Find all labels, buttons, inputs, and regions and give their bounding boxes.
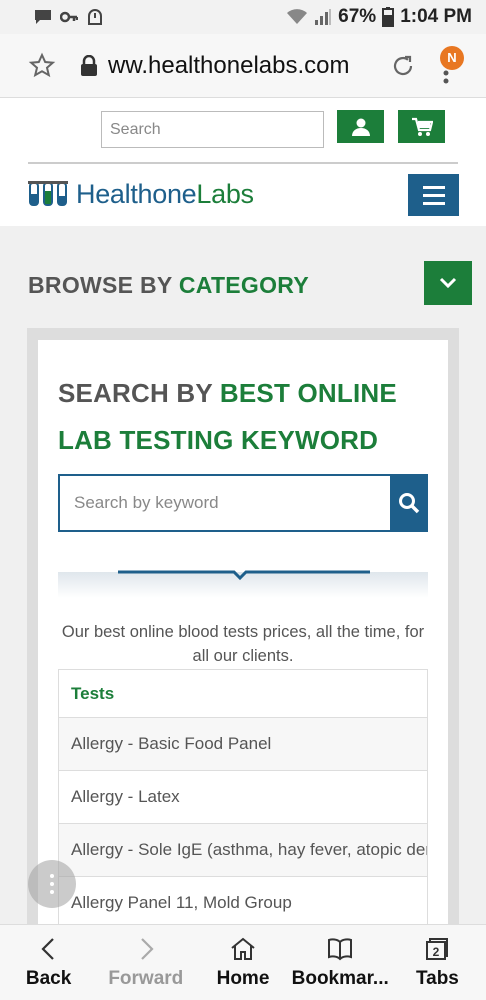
more-vert-icon bbox=[443, 70, 449, 83]
keyword-search-title: SEARCH BY BEST ONLINE LAB TESTING KEYWOR… bbox=[58, 370, 418, 464]
site-search-input[interactable] bbox=[110, 120, 317, 139]
reload-icon[interactable] bbox=[390, 53, 416, 79]
table-row[interactable]: Allergy Panel 11, Mold Group bbox=[59, 877, 428, 930]
header-divider bbox=[28, 162, 458, 164]
hamburger-line bbox=[422, 193, 445, 197]
dot bbox=[50, 882, 54, 886]
keyword-title-part1: SEARCH BY bbox=[58, 378, 220, 408]
back-button[interactable]: Back bbox=[0, 925, 97, 1000]
test-tubes-icon bbox=[28, 181, 68, 206]
table-row[interactable]: Allergy - Sole IgE (asthma, hay fever, a… bbox=[59, 824, 428, 877]
site-top-bar bbox=[0, 98, 486, 162]
browser-menu-button[interactable]: N bbox=[440, 45, 464, 86]
home-button[interactable]: Home bbox=[194, 925, 291, 1000]
nav-menu-button[interactable] bbox=[408, 174, 459, 216]
cart-button[interactable] bbox=[398, 110, 445, 143]
key-icon bbox=[60, 11, 78, 23]
lock-icon bbox=[81, 54, 97, 76]
url-text[interactable]: ww.healthonelabs.com bbox=[108, 52, 378, 80]
account-button[interactable] bbox=[337, 110, 384, 143]
cart-icon bbox=[411, 117, 433, 136]
dot bbox=[50, 874, 54, 878]
logo-text-part1: Healthone bbox=[76, 178, 197, 209]
hamburger-line bbox=[422, 185, 445, 189]
logo-text: HealthoneLabs bbox=[76, 179, 254, 210]
browse-label-part2: CATEGORY bbox=[178, 272, 310, 298]
user-icon bbox=[351, 118, 370, 136]
tabs-label: Tabs bbox=[415, 967, 459, 989]
bookmarks-label: Bookmar... bbox=[291, 967, 389, 989]
home-label: Home bbox=[216, 967, 270, 989]
forward-button[interactable]: Forward bbox=[97, 925, 194, 1000]
keyword-description: Our best online blood tests prices, all … bbox=[61, 623, 425, 665]
bookmark-star-icon[interactable] bbox=[28, 52, 56, 80]
site-logo[interactable]: HealthoneLabs bbox=[28, 172, 254, 216]
keyword-search-field[interactable] bbox=[58, 474, 390, 532]
battery-percentage: 67% bbox=[338, 6, 377, 27]
table-row[interactable]: Allergy - Latex bbox=[59, 771, 428, 824]
wifi-icon bbox=[287, 9, 308, 24]
tabs-icon: 2 bbox=[426, 937, 449, 960]
battery-icon bbox=[382, 7, 395, 27]
status-bar: 67% 1:04 PM bbox=[0, 0, 486, 34]
dot bbox=[50, 890, 54, 894]
floating-more-button[interactable] bbox=[28, 860, 76, 908]
keyword-search-box[interactable] bbox=[58, 474, 428, 532]
chevron-left-icon bbox=[41, 937, 54, 960]
tests-table: Tests Allergy - Basic Food Panel Allergy… bbox=[58, 669, 428, 931]
search-icon bbox=[399, 493, 420, 514]
clock: 1:04 PM bbox=[400, 6, 472, 27]
tabs-count: 2 bbox=[433, 945, 440, 959]
decorative-divider bbox=[58, 570, 428, 598]
book-icon bbox=[328, 937, 353, 960]
keyword-search-input[interactable] bbox=[74, 493, 376, 513]
hamburger-line bbox=[422, 201, 445, 205]
alarm-icon bbox=[88, 9, 102, 25]
signal-icon bbox=[315, 9, 332, 25]
tests-table-header: Tests bbox=[59, 670, 428, 718]
table-row[interactable]: Allergy - Basic Food Panel bbox=[59, 718, 428, 771]
browser-bottom-nav: Back Forward Home Bookmar... 2 Tabs bbox=[0, 924, 486, 1000]
keyword-search-button[interactable] bbox=[390, 474, 428, 532]
site-search-box[interactable] bbox=[101, 111, 324, 148]
tabs-button[interactable]: 2 Tabs bbox=[389, 925, 486, 1000]
browse-label-part1: BROWSE BY bbox=[28, 272, 179, 298]
browse-by-category-heading: BROWSE BY CATEGORY bbox=[28, 272, 309, 299]
chevron-down-icon bbox=[439, 277, 457, 289]
category-toggle-button[interactable] bbox=[424, 261, 472, 305]
bookmarks-button[interactable]: Bookmar... bbox=[292, 925, 389, 1000]
back-label: Back bbox=[25, 967, 72, 989]
logo-text-part2: Labs bbox=[196, 178, 254, 209]
message-icon bbox=[35, 10, 51, 24]
home-icon bbox=[231, 937, 255, 960]
browser-url-bar[interactable]: ww.healthonelabs.com N bbox=[0, 34, 486, 98]
chevron-right-icon bbox=[141, 937, 154, 960]
forward-label: Forward bbox=[108, 967, 184, 989]
